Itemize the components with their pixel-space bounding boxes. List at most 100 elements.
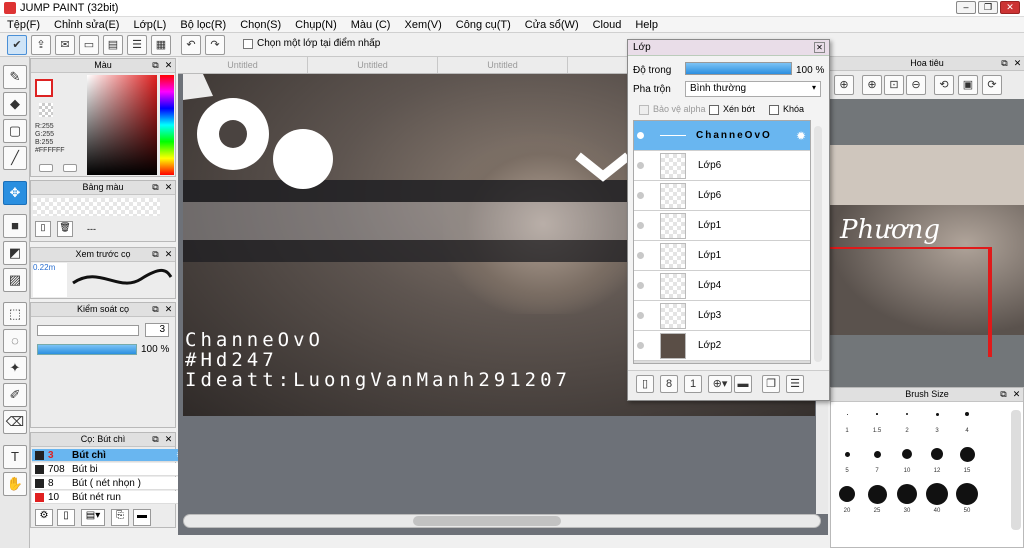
visibility-icon[interactable] <box>637 312 644 319</box>
brush-size-dot[interactable] <box>926 483 948 505</box>
new-8bit-layer-icon[interactable]: 8 <box>660 375 678 393</box>
layer-row[interactable]: Lớp6 <box>634 151 810 181</box>
brush-opacity-slider[interactable] <box>37 344 137 355</box>
pen-icon[interactable]: ╱ <box>3 146 27 170</box>
comment-icon[interactable]: ✉ <box>55 35 75 55</box>
rotate-left-icon[interactable]: ⟲ <box>934 75 954 95</box>
undock-icon[interactable]: ⧉ <box>999 58 1010 69</box>
close-icon[interactable]: ✕ <box>1012 58 1023 69</box>
close-icon[interactable]: ✕ <box>1011 389 1022 400</box>
redo-icon[interactable]: ↷ <box>205 35 225 55</box>
visibility-icon[interactable] <box>637 162 644 169</box>
color-mode-button-2[interactable] <box>63 164 77 172</box>
layer-settings-icon[interactable]: ✹ <box>796 129 806 143</box>
view-rectangle[interactable] <box>830 247 990 357</box>
lasso-icon[interactable]: ◌ <box>3 329 27 353</box>
brush-item[interactable]: 3 Bút chì ✹ <box>32 449 189 462</box>
brush-size-dot[interactable] <box>844 451 850 457</box>
reset-view-icon[interactable]: ▣ <box>958 75 978 95</box>
text-icon[interactable]: T <box>3 445 27 469</box>
brush-size-scrollbar[interactable] <box>1011 410 1021 530</box>
color-mode-button[interactable] <box>39 164 53 172</box>
share-icon[interactable]: ⇪ <box>31 35 51 55</box>
layer-opacity-slider[interactable] <box>685 62 792 75</box>
select-eraser-icon[interactable]: ⌫ <box>3 410 27 434</box>
menu-select[interactable]: Chọn(S) <box>233 19 288 31</box>
undock-icon[interactable]: ⧉ <box>150 249 161 260</box>
copy-brush-icon[interactable]: ⎘ <box>111 509 129 526</box>
select-layer-checkbox[interactable] <box>243 39 253 49</box>
lock-checkbox[interactable] <box>769 105 779 115</box>
merge-layer-icon[interactable]: ☰ <box>786 375 804 393</box>
brush-tool-icon[interactable]: ⚙ <box>35 509 53 526</box>
add-layer-menu-icon[interactable]: ⊕▾ <box>708 375 732 393</box>
folder-icon[interactable]: ▬ <box>133 509 151 526</box>
undock-icon[interactable]: ⧉ <box>150 434 161 445</box>
grid-icon[interactable]: ▦ <box>151 35 171 55</box>
brush-item[interactable]: 708 Bút bi <box>32 463 189 476</box>
brush-icon[interactable]: ✎ <box>3 65 27 89</box>
delete-swatch-icon[interactable]: 🗑 <box>57 221 73 237</box>
layer-row[interactable]: Lớp2 <box>634 331 810 361</box>
magic-wand-icon[interactable]: ✦ <box>3 356 27 380</box>
fill-rect-icon[interactable]: ■ <box>3 214 27 238</box>
check-icon[interactable]: ✔ <box>7 35 27 55</box>
doc-tab[interactable]: Untitled <box>178 57 308 73</box>
close-icon[interactable]: ✕ <box>163 249 174 260</box>
brush-size-dot[interactable] <box>965 412 969 416</box>
clipping-checkbox[interactable] <box>709 105 719 115</box>
secondary-color-swatch[interactable] <box>39 103 53 117</box>
zoom-out-icon[interactable]: ⊖ <box>906 75 926 95</box>
close-icon[interactable]: ✕ <box>163 434 174 445</box>
close-icon[interactable]: ✕ <box>814 42 825 53</box>
hand-icon[interactable]: ✋ <box>3 472 27 496</box>
menu-tools[interactable]: Công cụ(T) <box>449 19 518 31</box>
visibility-icon[interactable] <box>637 342 644 349</box>
menu-filter[interactable]: Bộ lọc(R) <box>173 19 233 31</box>
layer-row[interactable]: Lớp4 <box>634 271 810 301</box>
brush-size-dot[interactable] <box>956 483 978 505</box>
blend-mode-select[interactable]: Bình thường ▾ <box>685 81 821 97</box>
monitor-icon[interactable]: ▭ <box>79 35 99 55</box>
hue-slider[interactable] <box>160 75 174 175</box>
layer-list-scrollbar[interactable] <box>814 126 822 362</box>
document-icon[interactable]: ▤ <box>103 35 123 55</box>
swatch-grid[interactable] <box>33 198 160 216</box>
select-pen-icon[interactable]: ✐ <box>3 383 27 407</box>
menu-help[interactable]: Help <box>628 19 665 31</box>
gradient-icon[interactable]: ▨ <box>3 268 27 292</box>
brush-item[interactable]: 8 Bút ( nét nhọn ) <box>32 477 189 490</box>
visibility-icon[interactable] <box>637 132 644 139</box>
visibility-icon[interactable] <box>637 252 644 259</box>
layer-row[interactable]: Lớp1 <box>634 241 810 271</box>
brush-menu-icon[interactable]: ▤▾ <box>81 509 105 526</box>
close-icon[interactable]: ✕ <box>163 304 174 315</box>
close-icon[interactable]: ✕ <box>163 182 174 193</box>
layer-row[interactable]: Lớp1 <box>634 211 810 241</box>
menu-window[interactable]: Cửa sổ(W) <box>518 19 586 31</box>
menu-layer[interactable]: Lớp(L) <box>126 19 173 31</box>
zoom-actual-icon[interactable]: ⊡ <box>884 75 904 95</box>
protect-alpha-checkbox[interactable] <box>639 105 649 115</box>
move-icon[interactable]: ✥ <box>3 181 27 205</box>
undo-icon[interactable]: ↶ <box>181 35 201 55</box>
new-1bit-layer-icon[interactable]: 1 <box>684 375 702 393</box>
menu-file[interactable]: Tệp(F) <box>0 19 47 31</box>
brush-item[interactable]: 10 Bút nét run <box>32 491 189 504</box>
navigator-preview[interactable]: Phương <box>830 145 1024 357</box>
brush-size-dot[interactable] <box>873 450 881 458</box>
select-rect-icon[interactable]: ⬚ <box>3 302 27 326</box>
brush-size-dot[interactable] <box>902 449 912 459</box>
menu-cloud[interactable]: Cloud <box>586 19 629 31</box>
brush-size-dot[interactable] <box>931 448 943 460</box>
layer-row[interactable]: ChanneOvO ✹ <box>634 121 810 151</box>
new-swatch-icon[interactable]: ▯ <box>35 221 51 237</box>
brush-size-dot[interactable] <box>846 413 848 415</box>
undock-icon[interactable]: ⧉ <box>998 389 1009 400</box>
layer-row[interactable]: Lớp6 <box>634 181 810 211</box>
list-icon[interactable]: ☰ <box>127 35 147 55</box>
menu-view[interactable]: Xem(V) <box>397 19 448 31</box>
menu-color[interactable]: Màu (C) <box>344 19 398 31</box>
undock-icon[interactable]: ⧉ <box>150 60 161 71</box>
eraser-icon[interactable]: ◆ <box>3 92 27 116</box>
